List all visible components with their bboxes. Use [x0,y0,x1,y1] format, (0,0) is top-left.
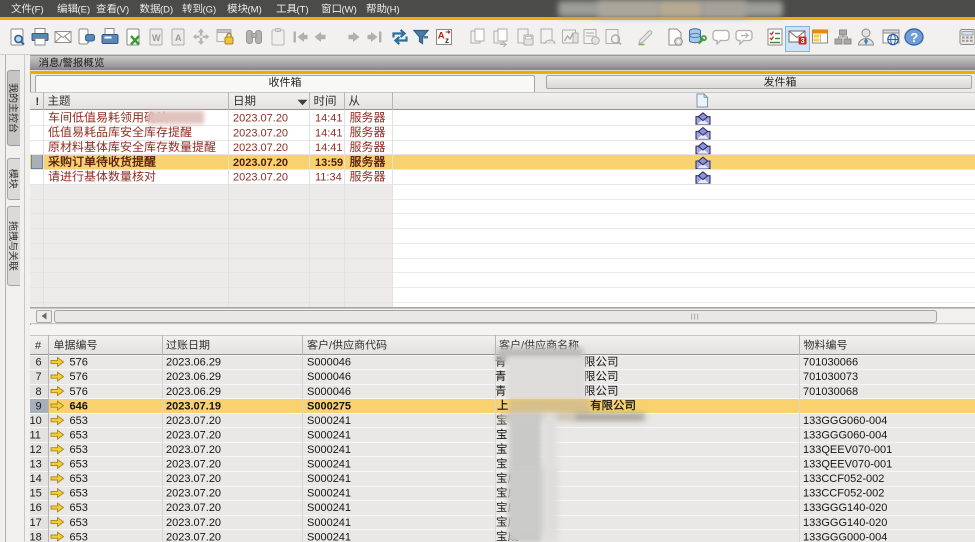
svg-text:653: 653 [70,517,88,529]
svg-text:!: ! [36,96,40,108]
svg-text:133GGG000-004: 133GGG000-004 [803,531,887,542]
svg-text:11:34: 11:34 [315,172,342,184]
svg-text:A: A [175,33,182,43]
svg-text:12: 12 [30,444,42,456]
svg-text:133CCF052-002: 133CCF052-002 [803,488,884,500]
svg-text:S000046: S000046 [307,386,351,398]
svg-text:2023.06.29: 2023.06.29 [166,357,221,369]
svg-text:W: W [152,33,161,43]
svg-text:653: 653 [70,502,88,514]
svg-text:10: 10 [30,415,42,427]
svg-text:13:59: 13:59 [315,157,343,169]
svg-text:133QEEV070-001: 133QEEV070-001 [803,444,892,456]
svg-text:653: 653 [70,488,88,500]
svg-text:S000241: S000241 [307,488,351,500]
svg-text:S000241: S000241 [307,429,351,441]
svg-text:2023.07.19: 2023.07.19 [166,400,221,412]
svg-text:2023.07.20: 2023.07.20 [166,444,221,456]
svg-text:653: 653 [70,473,88,485]
svg-text:14:41: 14:41 [315,127,343,139]
svg-text:133CCF052-002: 133CCF052-002 [803,473,884,485]
svg-text:A: A [438,31,445,42]
svg-text:S000046: S000046 [307,357,351,369]
svg-text:11: 11 [30,429,41,441]
svg-text:(F): (F) [32,4,44,15]
svg-text:14:41: 14:41 [315,113,343,125]
svg-text:14:41: 14:41 [315,142,343,154]
svg-text:8: 8 [36,386,42,398]
svg-text:653: 653 [70,429,88,441]
svg-text:646: 646 [70,400,88,412]
svg-text:3: 3 [801,38,805,45]
svg-text:2023.06.29: 2023.06.29 [166,371,221,383]
svg-text:S000241: S000241 [307,444,351,456]
svg-text:(M): (M) [248,4,262,15]
svg-text:(E): (E) [78,4,91,15]
svg-text:133GGG060-004: 133GGG060-004 [803,415,887,427]
svg-text:2023.07.20: 2023.07.20 [166,531,221,542]
svg-text:653: 653 [70,444,88,456]
svg-text:653: 653 [70,531,88,542]
svg-text:(D): (D) [160,4,173,15]
svg-text:18: 18 [30,531,42,542]
svg-text:2023.07.20: 2023.07.20 [233,113,288,125]
svg-text:2023.07.20: 2023.07.20 [166,473,221,485]
svg-text:/: / [60,57,63,69]
svg-text:2023.07.20: 2023.07.20 [166,415,221,427]
svg-text:2023.07.20: 2023.07.20 [166,502,221,514]
svg-text:2023.06.29: 2023.06.29 [166,386,221,398]
svg-text:2023.07.20: 2023.07.20 [166,459,221,471]
svg-text:(G): (G) [203,4,217,15]
svg-text:14: 14 [30,473,42,485]
svg-text:133QEEV070-001: 133QEEV070-001 [803,459,892,471]
svg-text:576: 576 [70,371,88,383]
svg-text:17: 17 [30,517,42,529]
svg-text:133GGG140-020: 133GGG140-020 [803,517,887,529]
svg-text:/: / [329,340,333,352]
svg-text:7: 7 [36,371,42,383]
svg-text:S000241: S000241 [307,502,351,514]
svg-text:2023.07.20: 2023.07.20 [233,157,288,169]
svg-text:2023.07.20: 2023.07.20 [233,172,288,184]
svg-text:?: ? [910,30,918,45]
svg-text:13: 13 [30,459,42,471]
svg-text:S000046: S000046 [307,371,351,383]
svg-text:S000241: S000241 [307,473,351,485]
svg-text:133GGG140-020: 133GGG140-020 [803,502,887,514]
svg-text:6: 6 [36,357,42,369]
svg-text:16: 16 [30,502,42,514]
svg-text:S000241: S000241 [307,459,351,471]
svg-text:653: 653 [70,459,88,471]
svg-text:S000275: S000275 [307,400,351,412]
svg-text:z: z [445,36,449,45]
svg-text:2023.07.20: 2023.07.20 [233,142,288,154]
svg-text:S000241: S000241 [307,517,351,529]
svg-text:701030066: 701030066 [803,357,858,369]
svg-text:S000241: S000241 [307,531,351,542]
svg-text:701030073: 701030073 [803,371,858,383]
svg-text:(T): (T) [297,4,309,15]
svg-text:576: 576 [70,357,88,369]
svg-text:576: 576 [70,386,88,398]
svg-text:653: 653 [70,415,88,427]
svg-text:2023.07.20: 2023.07.20 [166,488,221,500]
svg-text:2023.07.20: 2023.07.20 [233,127,288,139]
svg-text:#: # [35,340,42,352]
svg-text:S000241: S000241 [307,415,351,427]
svg-text:(W): (W) [342,4,357,15]
svg-text:133GGG060-004: 133GGG060-004 [803,429,887,441]
svg-text:701030068: 701030068 [803,386,858,398]
svg-text:2023.07.20: 2023.07.20 [166,517,221,529]
svg-text:2023.07.20: 2023.07.20 [166,429,221,441]
svg-text:(V): (V) [117,4,130,15]
svg-text:15: 15 [30,488,42,500]
svg-text:9: 9 [36,400,42,412]
svg-text:(H): (H) [387,4,400,15]
